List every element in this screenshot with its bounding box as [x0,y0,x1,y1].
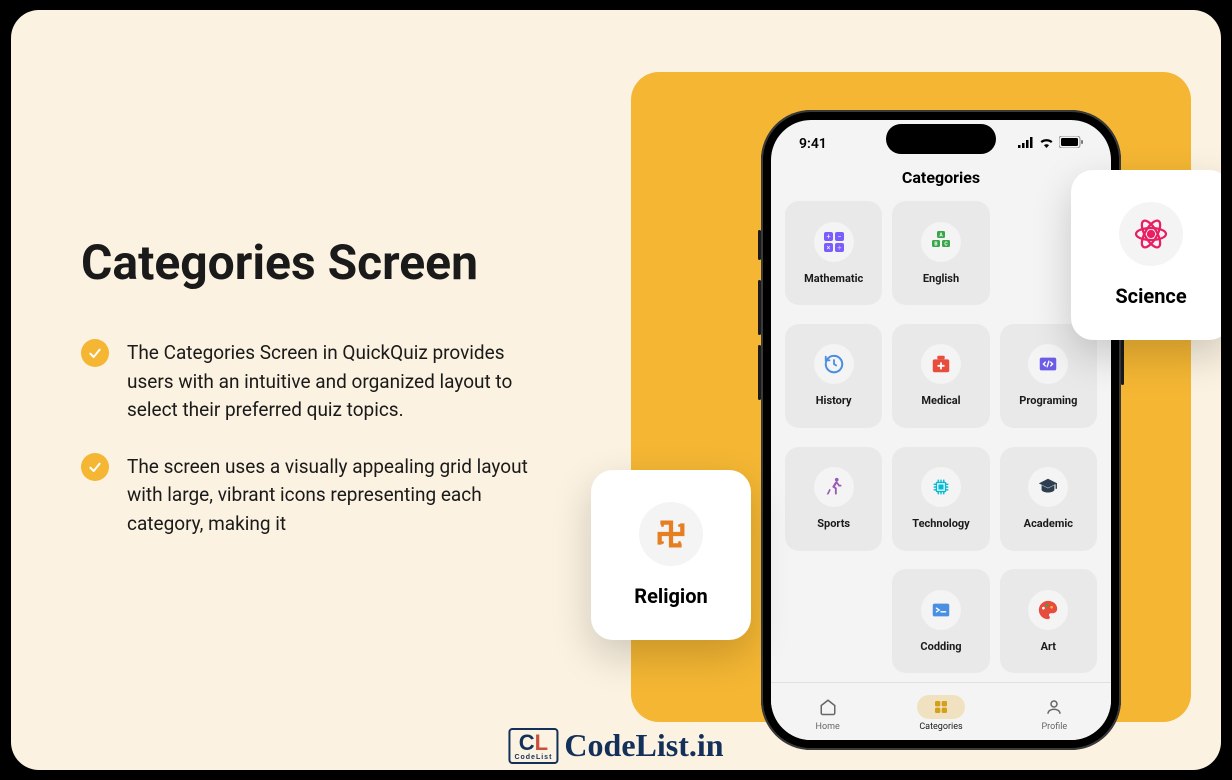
phone-mockup: 9:41 Categories [761,110,1121,750]
promo-card: Categories Screen The Categories Screen … [11,10,1221,770]
category-tile-sports[interactable]: Sports [785,447,882,551]
feature-list: The Categories Screen in QuickQuiz provi… [81,339,621,566]
nav-label: Profile [1041,722,1067,732]
svg-text:B: B [934,241,937,247]
watermark-subtext: CodeList [514,754,552,761]
nav-label: Categories [919,722,962,732]
abc-icon: ABC [921,222,961,262]
signal-icon [1018,136,1034,152]
app-header-title: Categories [771,158,1111,201]
user-icon [1030,695,1078,719]
status-time: 9:41 [799,136,827,152]
nav-home[interactable]: Home [804,695,852,732]
category-tile-medical[interactable]: Medical [892,324,989,428]
category-label: Mathematic [804,272,863,285]
wifi-icon [1039,136,1054,152]
category-grid: +−×÷ Mathematic ABC English Science [771,201,1111,682]
category-label: English [923,272,959,285]
watermark-text: CodeList.in [564,727,723,764]
category-label: Sports [817,517,850,530]
category-label: Technology [912,517,969,530]
check-icon [81,453,109,481]
atom-icon [1119,202,1183,266]
svg-text:−: − [837,233,841,241]
nav-label: Home [816,722,840,732]
terminal-icon [921,590,961,630]
callout-science: Science [1071,170,1221,340]
category-tile-mathematic[interactable]: +−× ÷ Mathematic [785,201,882,305]
category-tile-programing[interactable]: Programing [1000,324,1097,428]
code-icon [1028,344,1068,384]
left-panel: Categories Screen The Categories Screen … [11,10,661,770]
nav-profile[interactable]: Profile [1030,695,1078,732]
category-label: Codding [920,640,961,653]
run-icon [814,467,854,507]
check-icon [81,339,109,367]
phone-screen: 9:41 Categories [771,120,1111,740]
feature-bullet: The screen uses a visually appealing gri… [81,453,621,539]
status-indicators [1018,136,1083,152]
callout-label: Science [1115,284,1186,308]
battery-icon [1059,136,1083,152]
math-icon: +−× ÷ [814,222,854,262]
category-tile-codding[interactable]: Codding [892,569,989,673]
category-tile-art[interactable]: Art [1000,569,1097,673]
watermark: CL CodeList CodeList.in [508,727,723,764]
category-label: History [816,394,852,407]
category-label: Programing [1019,394,1077,407]
palette-icon [1028,590,1068,630]
category-tile-academic[interactable]: Academic [1000,447,1097,551]
phone-side-button [758,230,761,260]
callout-label: Religion [634,584,707,608]
nav-categories[interactable]: Categories [917,695,965,732]
category-label: Academic [1024,517,1073,530]
callout-religion: Religion [591,470,751,640]
category-label: Art [1041,640,1056,653]
phone-side-button [758,280,761,335]
chip-icon [921,467,961,507]
category-tile-english[interactable]: ABC English [892,201,989,305]
swastika-icon [639,502,703,566]
page-title: Categories Screen [81,234,621,291]
home-icon [804,695,852,719]
bottom-nav: Home Categories Profile [771,682,1111,740]
category-tile-technology[interactable]: Technology [892,447,989,551]
grid-icon [917,695,965,719]
bullet-text: The screen uses a visually appealing gri… [127,453,547,539]
svg-text:×: × [826,244,830,252]
category-tile-history[interactable]: History [785,324,882,428]
svg-text:+: + [826,233,830,241]
bullet-text: The Categories Screen in QuickQuiz provi… [127,339,547,425]
right-panel: 9:41 Categories [661,10,1221,770]
phone-side-button [758,345,761,400]
category-label: Medical [921,394,960,407]
cap-icon [1028,467,1068,507]
feature-bullet: The Categories Screen in QuickQuiz provi… [81,339,621,425]
clock-icon [814,344,854,384]
medkit-icon [921,344,961,384]
watermark-logo: CL CodeList [508,728,558,764]
svg-text:÷: ÷ [837,244,841,252]
dynamic-island [886,124,996,154]
